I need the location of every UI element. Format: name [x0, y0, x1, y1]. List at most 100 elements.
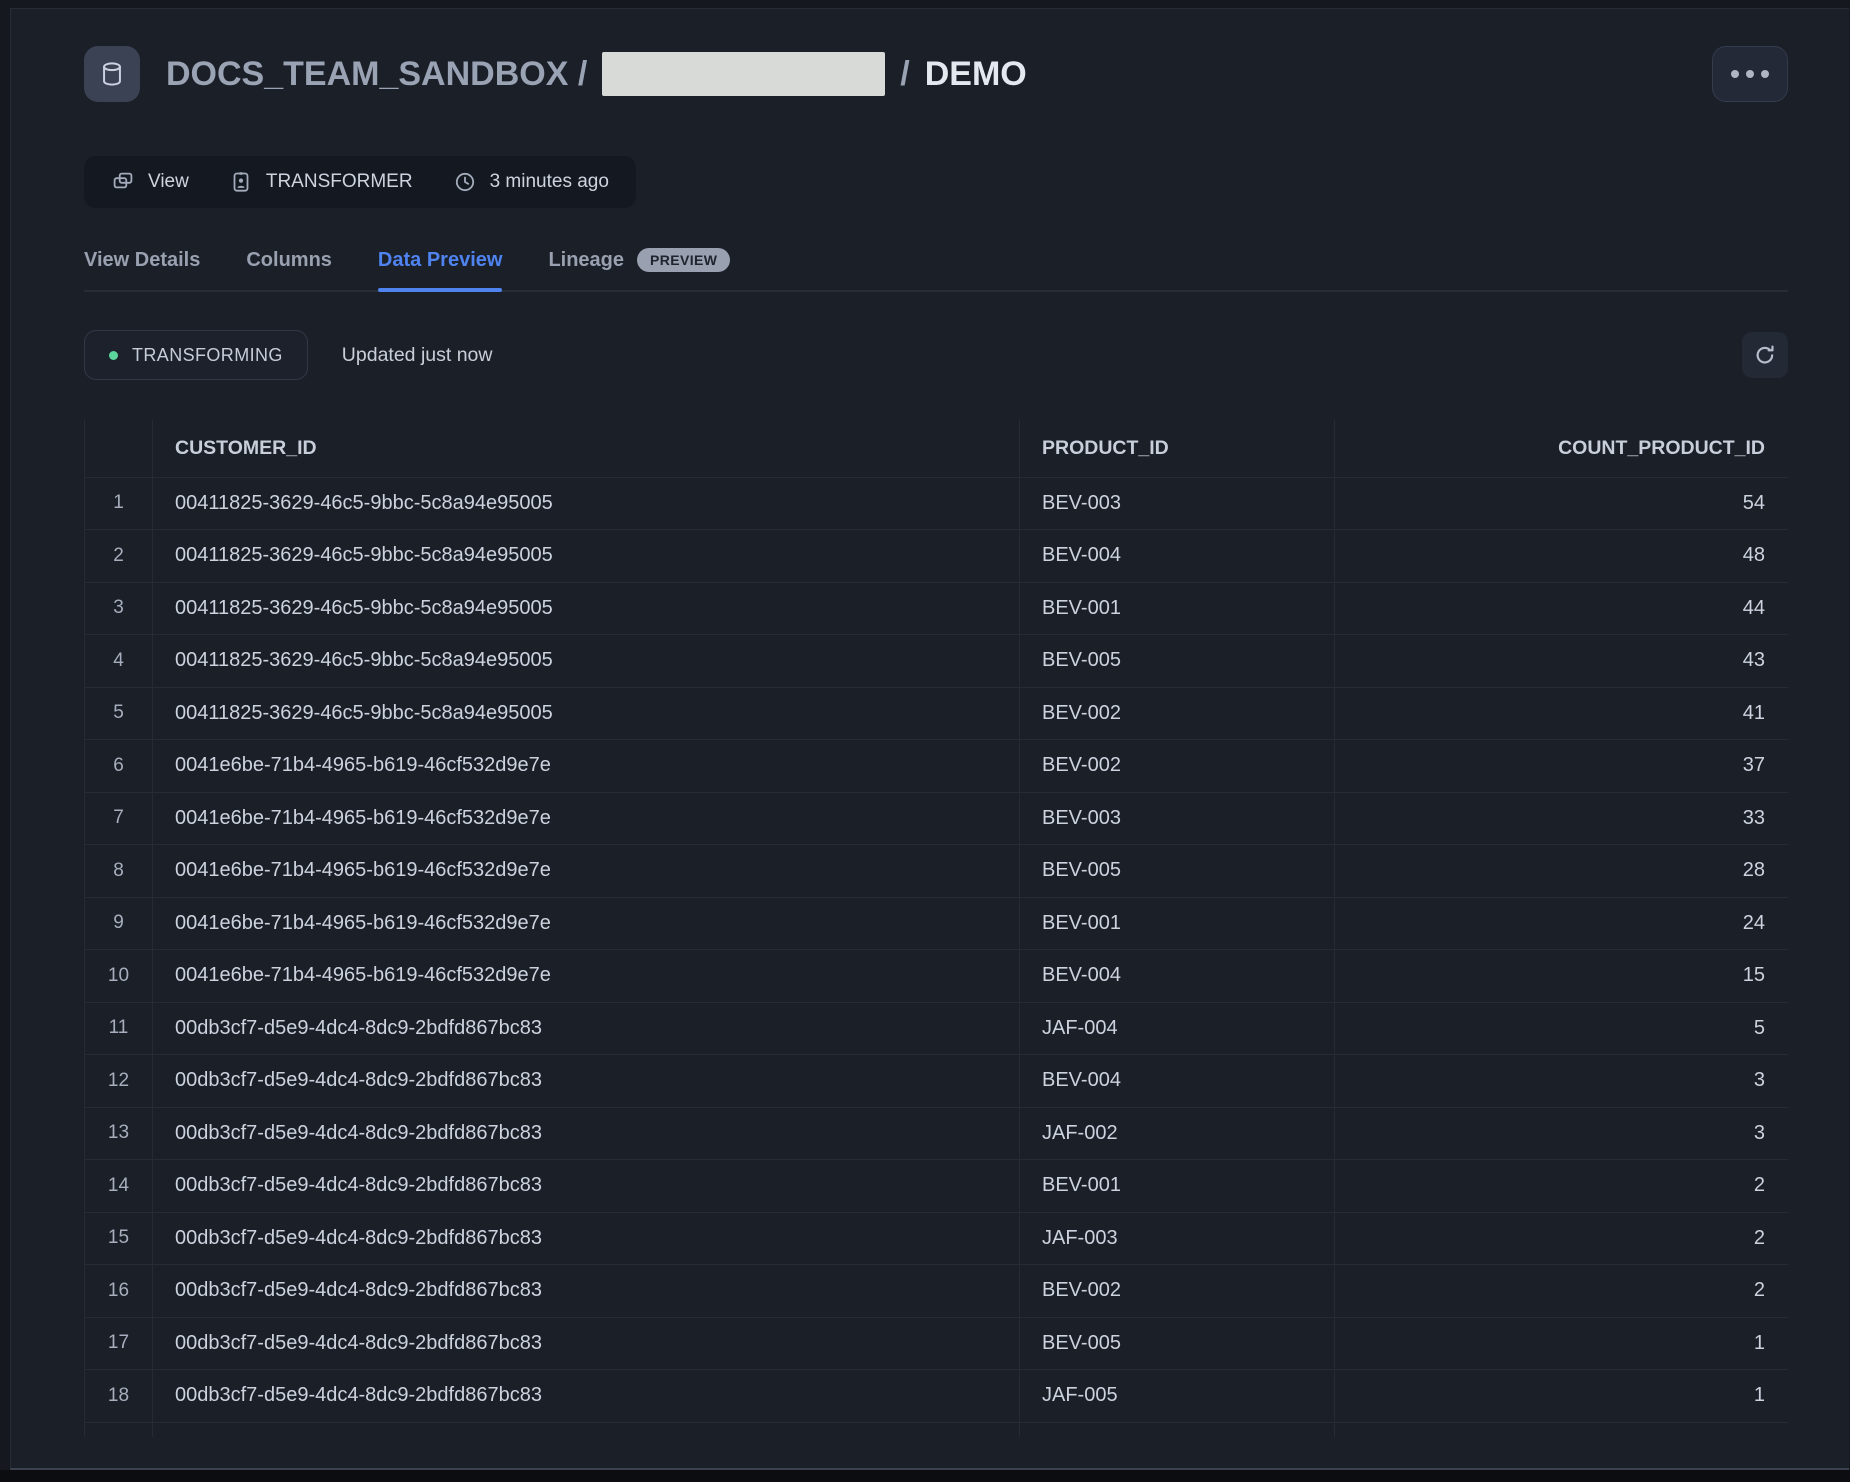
data-preview-table: CUSTOMER_ID PRODUCT_ID COUNT_PRODUCT_ID …	[84, 420, 1788, 1437]
cell-customer: 0041e6be-71b4-4965-b619-46cf532d9e7e	[153, 845, 1020, 898]
cell-product: JAF-004	[1020, 1002, 1335, 1055]
cell-num: 14	[85, 1160, 153, 1213]
table-row: 400411825-3629-46c5-9bbc-5c8a94e95005BEV…	[85, 635, 1789, 688]
status-badge-label: TRANSFORMING	[132, 345, 283, 366]
table-row: 60041e6be-71b4-4965-b619-46cf532d9e7eBEV…	[85, 740, 1789, 793]
cell-count: 37	[1335, 740, 1789, 793]
refresh-button[interactable]	[1742, 332, 1788, 378]
cell-num: 9	[85, 897, 153, 950]
clock-icon	[453, 170, 477, 194]
cell-product: JAF-003	[1020, 1212, 1335, 1265]
cell-num: 4	[85, 635, 153, 688]
cell-product: BEV-001	[1020, 1160, 1335, 1213]
cell-customer: 00411825-3629-46c5-9bbc-5c8a94e95005	[153, 582, 1020, 635]
table-row: 80041e6be-71b4-4965-b619-46cf532d9e7eBEV…	[85, 845, 1789, 898]
cell-count: 2	[1335, 1265, 1789, 1318]
cell-num: 15	[85, 1212, 153, 1265]
cell-num: 7	[85, 792, 153, 845]
cell-customer: 00db3cf7-d5e9-4dc4-8dc9-2bdfd867bc83	[153, 1212, 1020, 1265]
table-row: 100411825-3629-46c5-9bbc-5c8a94e95005BEV…	[85, 477, 1789, 530]
cell-customer: 00411825-3629-46c5-9bbc-5c8a94e95005	[153, 687, 1020, 740]
status-badge: TRANSFORMING	[84, 330, 308, 380]
table-row: 300411825-3629-46c5-9bbc-5c8a94e95005BEV…	[85, 582, 1789, 635]
table-row: 200411825-3629-46c5-9bbc-5c8a94e95005BEV…	[85, 530, 1789, 583]
table-row: 1100db3cf7-d5e9-4dc4-8dc9-2bdfd867bc83JA…	[85, 1002, 1789, 1055]
cell-product: BEV-001	[1020, 897, 1335, 950]
cell-customer: 00db3cf7-d5e9-4dc4-8dc9-2bdfd867bc83	[153, 1265, 1020, 1318]
cell-num: 5	[85, 687, 153, 740]
view-icon	[111, 170, 135, 194]
table-row: 1800db3cf7-d5e9-4dc4-8dc9-2bdfd867bc83JA…	[85, 1370, 1789, 1423]
cell-num: 18	[85, 1370, 153, 1423]
breadcrumb-separator: /	[900, 55, 909, 94]
cell-num: 6	[85, 740, 153, 793]
cell-count: 15	[1335, 950, 1789, 1003]
cell-count: 3	[1335, 1107, 1789, 1160]
column-header-count-product-id: COUNT_PRODUCT_ID	[1335, 420, 1789, 477]
table-row: 100041e6be-71b4-4965-b619-46cf532d9e7eBE…	[85, 950, 1789, 1003]
table-row: 70041e6be-71b4-4965-b619-46cf532d9e7eBEV…	[85, 792, 1789, 845]
cell-customer: 00db3cf7-d5e9-4dc4-8dc9-2bdfd867bc83	[153, 1160, 1020, 1213]
table-row: 1400db3cf7-d5e9-4dc4-8dc9-2bdfd867bc83BE…	[85, 1160, 1789, 1213]
cell-num: 1	[85, 477, 153, 530]
cell-num: 8	[85, 845, 153, 898]
cell-customer: 00db3cf7-d5e9-4dc4-8dc9-2bdfd867bc83	[153, 1055, 1020, 1108]
refresh-icon	[1752, 342, 1778, 368]
table-row: 500411825-3629-46c5-9bbc-5c8a94e95005BEV…	[85, 687, 1789, 740]
cell-num: 13	[85, 1107, 153, 1160]
cell-num: 17	[85, 1317, 153, 1370]
cell-customer: 0041e6be-71b4-4965-b619-46cf532d9e7e	[153, 740, 1020, 793]
table-row: 1600db3cf7-d5e9-4dc4-8dc9-2bdfd867bc83BE…	[85, 1265, 1789, 1318]
table-row: 1200db3cf7-d5e9-4dc4-8dc9-2bdfd867bc83BE…	[85, 1055, 1789, 1108]
cell-num: 10	[85, 950, 153, 1003]
database-icon	[84, 46, 140, 102]
table-row: 1900db3cf7-d5e9-4dc4-8dc9-2bdfd867bc83JA…	[85, 1422, 1789, 1437]
cell-customer: 00db3cf7-d5e9-4dc4-8dc9-2bdfd867bc83	[153, 1317, 1020, 1370]
object-updated: 3 minutes ago	[453, 170, 609, 194]
cell-count: 2	[1335, 1212, 1789, 1265]
object-name: DEMO	[925, 55, 1027, 94]
cell-product: BEV-005	[1020, 1317, 1335, 1370]
cell-customer: 00db3cf7-d5e9-4dc4-8dc9-2bdfd867bc83	[153, 1002, 1020, 1055]
transformer-badge-icon	[229, 170, 253, 194]
header: DOCS_TEAM_SANDBOX / / DEMO	[84, 46, 1788, 102]
tab-data-preview[interactable]: Data Preview	[378, 249, 503, 290]
cell-product: JAF-001	[1020, 1422, 1335, 1437]
tab-lineage[interactable]: Lineage PREVIEW	[548, 248, 730, 290]
cell-count: 2	[1335, 1160, 1789, 1213]
table-row: 90041e6be-71b4-4965-b619-46cf532d9e7eBEV…	[85, 897, 1789, 950]
cell-count: 54	[1335, 477, 1789, 530]
cell-count: 28	[1335, 845, 1789, 898]
cell-customer: 00411825-3629-46c5-9bbc-5c8a94e95005	[153, 477, 1020, 530]
cell-count: 24	[1335, 897, 1789, 950]
cell-count: 44	[1335, 582, 1789, 635]
tab-columns[interactable]: Columns	[246, 249, 332, 290]
cell-num: 3	[85, 582, 153, 635]
cell-product: JAF-005	[1020, 1370, 1335, 1423]
more-actions-button[interactable]	[1712, 46, 1788, 102]
redacted-schema-name	[602, 52, 885, 96]
status-dot-icon	[109, 351, 118, 360]
table-row: 1700db3cf7-d5e9-4dc4-8dc9-2bdfd867bc83BE…	[85, 1317, 1789, 1370]
cell-product: BEV-005	[1020, 635, 1335, 688]
object-type-label: View	[148, 171, 189, 193]
cell-count: 41	[1335, 687, 1789, 740]
cell-count: 43	[1335, 635, 1789, 688]
object-role: TRANSFORMER	[229, 170, 413, 194]
cell-product: BEV-003	[1020, 792, 1335, 845]
cell-product: BEV-002	[1020, 1265, 1335, 1318]
column-header-product-id: PRODUCT_ID	[1020, 420, 1335, 477]
cell-product: BEV-004	[1020, 530, 1335, 583]
cell-product: BEV-002	[1020, 740, 1335, 793]
tab-view-details[interactable]: View Details	[84, 249, 200, 290]
window-bottom-edge	[0, 1470, 1850, 1482]
cell-count: 1	[1335, 1370, 1789, 1423]
cell-customer: 00db3cf7-d5e9-4dc4-8dc9-2bdfd867bc83	[153, 1107, 1020, 1160]
row-number-header	[85, 420, 153, 477]
cell-num: 12	[85, 1055, 153, 1108]
cell-num: 2	[85, 530, 153, 583]
object-role-label: TRANSFORMER	[266, 171, 413, 193]
cell-count: 33	[1335, 792, 1789, 845]
breadcrumb-prefix: DOCS_TEAM_SANDBOX /	[166, 55, 587, 94]
cell-product: BEV-003	[1020, 477, 1335, 530]
